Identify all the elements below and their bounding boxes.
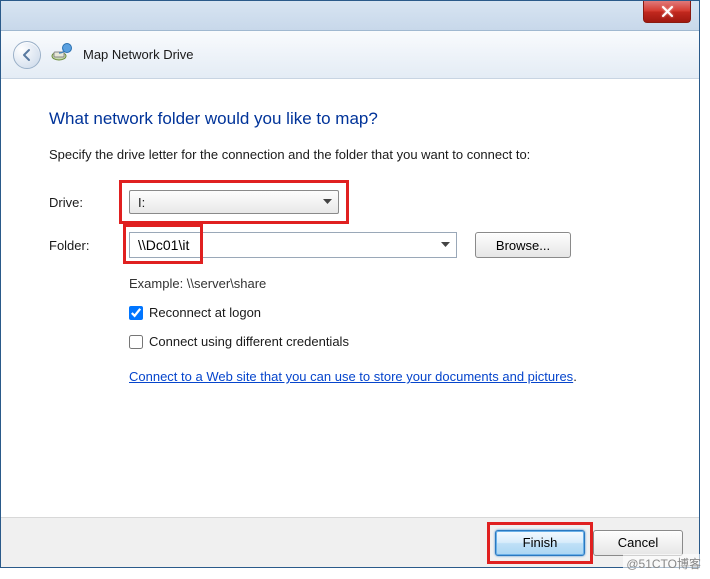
content-area: What network folder would you like to ma… [1, 79, 699, 394]
window-title: Map Network Drive [83, 47, 194, 62]
drive-label: Drive: [49, 195, 129, 210]
folder-combobox[interactable] [129, 232, 457, 258]
options-column: Example: \\server\share Reconnect at log… [129, 276, 651, 384]
close-button[interactable] [643, 1, 691, 23]
instruction-text: Specify the drive letter for the connect… [49, 147, 651, 162]
credentials-label: Connect using different credentials [149, 334, 349, 349]
chevron-down-icon [441, 242, 450, 248]
drive-select[interactable]: I: [129, 190, 339, 214]
folder-row: Folder: Browse... [49, 232, 651, 258]
finish-button[interactable]: Finish [495, 530, 585, 556]
reconnect-row[interactable]: Reconnect at logon [129, 305, 651, 320]
close-icon [662, 6, 673, 17]
connect-website-link[interactable]: Connect to a Web site that you can use t… [129, 369, 573, 384]
page-heading: What network folder would you like to ma… [49, 109, 651, 129]
map-network-drive-dialog: Map Network Drive What network folder wo… [0, 0, 700, 568]
folder-label: Folder: [49, 238, 129, 253]
link-row: Connect to a Web site that you can use t… [129, 369, 651, 384]
example-text: Example: \\server\share [129, 276, 651, 291]
header-band: Map Network Drive [1, 31, 699, 79]
network-drive-icon [51, 42, 73, 67]
reconnect-label: Reconnect at logon [149, 305, 261, 320]
arrow-left-icon [20, 48, 34, 62]
reconnect-checkbox[interactable] [129, 306, 143, 320]
folder-input[interactable] [130, 237, 441, 253]
chevron-down-icon [323, 199, 332, 205]
browse-button[interactable]: Browse... [475, 232, 571, 258]
credentials-checkbox[interactable] [129, 335, 143, 349]
watermark: @51CTO博客 [623, 554, 704, 573]
back-button[interactable] [13, 41, 41, 69]
drive-row: Drive: I: [49, 190, 651, 214]
footer: Finish Cancel [1, 517, 699, 567]
drive-select-value: I: [138, 195, 145, 210]
titlebar [1, 1, 699, 31]
cancel-button[interactable]: Cancel [593, 530, 683, 556]
credentials-row[interactable]: Connect using different credentials [129, 334, 651, 349]
